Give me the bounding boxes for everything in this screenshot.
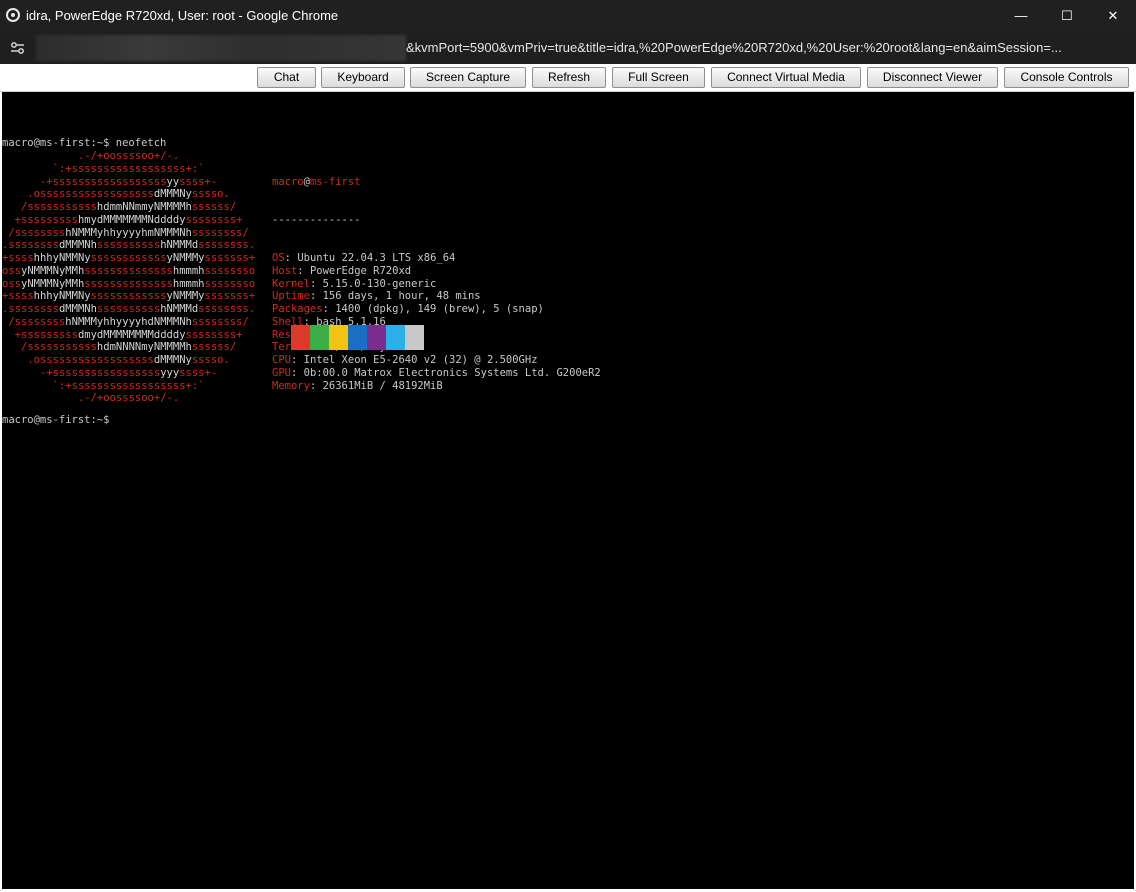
info-line: Kernel: 5.15.0-130-generic [272, 277, 437, 290]
info-value: 1400 (dpkg), 149 (brew), 5 (snap) [335, 303, 544, 315]
logo-line: .-/+oossssoo+/-. [77, 150, 180, 162]
minimize-button[interactable]: — [998, 0, 1044, 32]
color-swatch [367, 325, 386, 350]
connect-virtual-media-button[interactable]: Connect Virtual Media [711, 67, 861, 88]
neofetch-info: macro@ms-first -------------- OS: Ubuntu… [272, 150, 601, 418]
info-label: Kernel [272, 277, 310, 290]
info-value: Intel Xeon E5-2640 v2 (32) @ 2.500GHz [303, 354, 538, 366]
logo-line: .ossssssssssssssssssdMMMNysssso. [27, 354, 230, 366]
logo-line: +sssssssssdmydMMMMMMMMddddyssssssss+ [14, 328, 243, 341]
logo-line: ossyNMMMNyMMhsssssssssssssshmmmhssssssso [2, 264, 256, 277]
window-titlebar: idra, PowerEdge R720xd, User: root - Goo… [0, 0, 1136, 32]
full-screen-button[interactable]: Full Screen [612, 67, 705, 88]
logo-line: +sssshhhyNMMNyssssssssssssyNMMMysssssss+ [2, 290, 256, 303]
info-line: GPU: 0b:00.0 Matrox Electronics Systems … [272, 366, 601, 379]
logo-line: `:+ssssssssssssssssss+:` [52, 379, 205, 392]
kvm-toolbar: Chat Keyboard Screen Capture Refresh Ful… [0, 64, 1136, 92]
address-bar[interactable]: &kvmPort=5900&vmPriv=true&title=idra,%20… [0, 32, 1136, 64]
logo-line: -+sssssssssssssssssyyyssss+- [39, 366, 218, 379]
logo-line: .ossssssssssssssssssdMMMNysssso. [27, 188, 230, 201]
info-separator: -------------- [272, 213, 361, 226]
maximize-button[interactable]: ☐ [1044, 0, 1090, 32]
info-line: Uptime: 156 days, 1 hour, 48 mins [272, 290, 481, 303]
info-value: 0b:00.0 Matrox Electronics Systems Ltd. … [303, 366, 601, 379]
remote-console[interactable]: macro@ms-first:~$ neofetch .-/+oossssoo+… [2, 92, 1134, 889]
info-label: GPU [272, 366, 291, 379]
neofetch-command-line: macro@ms-first:~$ neofetch [2, 137, 167, 149]
screen-capture-button[interactable]: Screen Capture [410, 67, 526, 88]
info-lines: OS: Ubuntu 22.04.3 LTS x86_64 Host: Power… [272, 252, 601, 392]
redacted-url-region [36, 35, 406, 61]
chrome-icon [6, 8, 20, 22]
info-label: Uptime [272, 290, 310, 303]
color-swatch [386, 325, 405, 350]
site-info-icon[interactable] [8, 39, 28, 57]
color-swatch [405, 325, 424, 350]
logo-line: +ssssssssshmydMMMMMMMNddddyssssssss+ [14, 213, 243, 226]
user-host-line: macro@ms-first [272, 176, 601, 189]
info-label: Memory [272, 379, 310, 392]
chat-button[interactable]: Chat [257, 67, 316, 88]
logo-line: .ssssssssdMMMNhsssssssssshNMMMdssssssss. [2, 303, 256, 315]
info-line: Packages: 1400 (dpkg), 149 (brew), 5 (sn… [272, 303, 544, 315]
info-line: CPU: Intel Xeon E5-2640 v2 (32) @ 2.500G… [272, 354, 538, 366]
info-value: 26361MiB / 48192MiB [322, 379, 443, 392]
info-line: OS: Ubuntu 22.04.3 LTS x86_64 [272, 252, 456, 264]
keyboard-button[interactable]: Keyboard [321, 67, 405, 88]
logo-line: /ssssssssssshdmNNNNmyNMMMMhssssss/ [20, 341, 237, 354]
color-swatch [291, 325, 310, 350]
close-button[interactable]: ✕ [1090, 0, 1136, 32]
info-value: PowerEdge R720xd [309, 264, 412, 277]
user-name: macro [272, 175, 304, 188]
info-value: 156 days, 1 hour, 48 mins [322, 290, 481, 303]
info-line: Host: PowerEdge R720xd [272, 264, 412, 277]
logo-line: ossyNMMMNyMMhsssssssssssssshmmmhssssssso [2, 277, 256, 290]
info-value: Ubuntu 22.04.3 LTS x86_64 [297, 252, 456, 264]
final-prompt: macro@ms-first:~$ [2, 414, 110, 426]
info-line: Memory: 26361MiB / 48192MiB [272, 379, 443, 392]
info-label: OS [272, 252, 285, 264]
url-text[interactable]: &kvmPort=5900&vmPriv=true&title=idra,%20… [406, 40, 1062, 55]
host-name: ms-first [309, 175, 361, 188]
logo-line: +sssshhhyNMMNyssssssssssssyNMMMysssssss+ [2, 252, 256, 264]
info-label: Packages [272, 303, 323, 315]
ubuntu-ascii-logo: .-/+oossssoo+/-. `:+ssssssssssssssssss+:… [2, 150, 255, 405]
window-title: idra, PowerEdge R720xd, User: root - Goo… [26, 8, 339, 23]
logo-line: /sssssssshNMMMyhhyyyyhmNMMMNhssssssss/ [8, 226, 249, 239]
color-swatch [329, 325, 348, 350]
console-controls-button[interactable]: Console Controls [1004, 67, 1129, 88]
refresh-button[interactable]: Refresh [532, 67, 606, 88]
logo-line: `:+ssssssssssssssssss+:` [52, 162, 205, 175]
logo-line: .-/+oossssoo+/-. [77, 392, 180, 405]
disconnect-viewer-button[interactable]: Disconnect Viewer [867, 67, 998, 88]
info-label: CPU [272, 354, 291, 366]
color-swatch [310, 325, 329, 350]
logo-line: -+ssssssssssssssssssyyssss+- [39, 175, 218, 188]
logo-line: /ssssssssssshdmmNNmmyNMMMMhssssss/ [20, 201, 237, 213]
logo-line: /sssssssshNMMMyhhyyyyhdNMMMNhssssssss/ [8, 315, 249, 328]
info-value: 5.15.0-130-generic [322, 277, 437, 290]
color-swatch [348, 325, 367, 350]
info-label: Host [272, 264, 298, 277]
logo-line: .ssssssssdMMMNhsssssssssshNMMMdssssssss. [2, 239, 256, 252]
